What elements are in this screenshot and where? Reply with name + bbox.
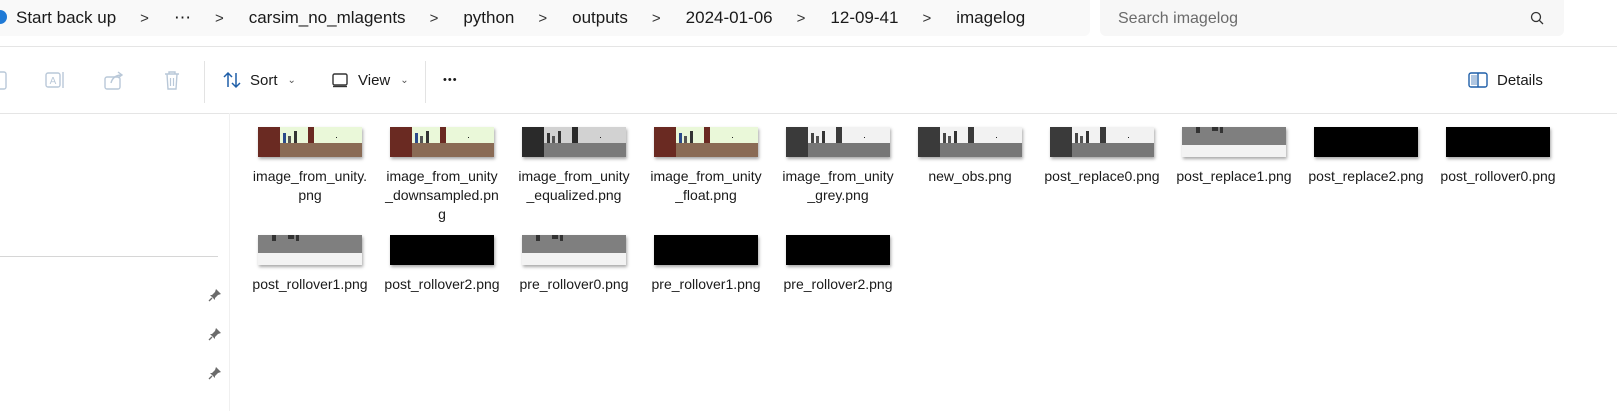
file-name: post_replace1.png: [1176, 168, 1292, 184]
navigation-pane: [0, 113, 230, 411]
file-thumbnail: [654, 235, 758, 265]
file-thumbnail: [258, 127, 362, 157]
view-button[interactable]: View ⌄: [330, 67, 409, 93]
chevron-right-icon[interactable]: >: [406, 10, 464, 27]
file-item[interactable]: image_from_unity_float.png: [644, 119, 768, 205]
file-item[interactable]: post_replace0.png: [1040, 119, 1164, 186]
file-name: image_from_unity_equalized.png: [518, 168, 630, 203]
file-thumbnail: [1446, 127, 1550, 157]
command-bar: A Sort ⌄ View ⌄ ••• Details: [0, 46, 1617, 114]
file-thumbnail: [918, 127, 1022, 157]
chevron-down-icon: ⌄: [287, 74, 296, 86]
file-name: image_from_unity_float.png: [650, 168, 762, 203]
details-pane-icon: [1468, 72, 1488, 88]
breadcrumb-item-outputs[interactable]: outputs: [572, 8, 628, 28]
more-options-button[interactable]: •••: [443, 67, 458, 93]
file-item[interactable]: image_from_unity_downsampled.png: [380, 119, 504, 224]
file-item[interactable]: pre_rollover1.png: [644, 227, 768, 294]
breadcrumb-item-start-back-up[interactable]: Start back up: [16, 8, 116, 28]
search-icon[interactable]: [1530, 11, 1544, 25]
breadcrumb-item-imagelog[interactable]: imagelog: [956, 8, 1025, 28]
breadcrumb-item-python[interactable]: python: [463, 8, 514, 28]
share-icon[interactable]: [103, 69, 125, 91]
file-thumbnail: [258, 235, 362, 265]
file-item[interactable]: post_rollover0.png: [1436, 119, 1560, 186]
file-thumbnail: [654, 127, 758, 157]
view-label: View: [358, 71, 391, 89]
chevron-right-icon[interactable]: >: [628, 10, 686, 27]
file-item[interactable]: image_from_unity_equalized.png: [512, 119, 636, 205]
file-item[interactable]: post_replace1.png: [1172, 119, 1296, 186]
file-name: image_from_unity.png: [252, 168, 368, 203]
svg-text:A: A: [50, 76, 57, 87]
nav-divider: [0, 256, 218, 257]
file-thumbnail: [522, 127, 626, 157]
file-item[interactable]: pre_rollover2.png: [776, 227, 900, 294]
pin-icon[interactable]: [208, 327, 222, 341]
file-name: pre_rollover0.png: [519, 276, 629, 292]
chevron-right-icon[interactable]: >: [898, 10, 956, 27]
file-thumbnail: [1050, 127, 1154, 157]
chevron-right-icon[interactable]: >: [116, 10, 174, 27]
chevron-right-icon[interactable]: >: [191, 10, 249, 27]
file-thumbnail: [786, 127, 890, 157]
toolbar-divider: [425, 61, 426, 103]
breadcrumb: Start back up > ⋯ > carsim_no_mlagents >…: [0, 0, 1025, 36]
file-name: post_rollover1.png: [252, 276, 368, 292]
view-icon: [332, 73, 348, 88]
file-name: post_replace2.png: [1308, 168, 1424, 184]
chevron-down-icon: ⌄: [400, 74, 409, 86]
breadcrumb-item-carsim[interactable]: carsim_no_mlagents: [249, 8, 406, 28]
sort-button[interactable]: Sort ⌄: [222, 67, 296, 93]
file-item[interactable]: post_replace2.png: [1304, 119, 1428, 186]
file-name: image_from_unity_grey.png: [782, 168, 894, 203]
file-item[interactable]: new_obs.png: [908, 119, 1032, 186]
file-name: pre_rollover1.png: [651, 276, 761, 292]
paste-icon[interactable]: [0, 69, 10, 91]
toolbar-divider: [204, 61, 205, 103]
details-label: Details: [1497, 71, 1543, 89]
file-item[interactable]: pre_rollover0.png: [512, 227, 636, 294]
file-thumbnail: [522, 235, 626, 265]
breadcrumb-item-date[interactable]: 2024-01-06: [686, 8, 773, 28]
chevron-right-icon[interactable]: >: [773, 10, 831, 27]
file-name: pre_rollover2.png: [783, 276, 893, 292]
sort-label: Sort: [250, 71, 278, 89]
sort-icon: [223, 71, 241, 89]
details-button[interactable]: Details: [1467, 67, 1543, 93]
file-thumbnail: [1314, 127, 1418, 157]
file-item[interactable]: post_rollover1.png: [248, 227, 372, 294]
chevron-right-icon[interactable]: >: [514, 10, 572, 27]
file-name: post_rollover0.png: [1440, 168, 1556, 184]
search-input[interactable]: [1116, 7, 1520, 31]
delete-icon[interactable]: [161, 69, 183, 91]
file-thumbnail: [786, 235, 890, 265]
file-item[interactable]: image_from_unity.png: [248, 119, 372, 205]
breadcrumb-item-time[interactable]: 12-09-41: [830, 8, 898, 28]
search-box[interactable]: [1100, 0, 1564, 36]
pin-icon[interactable]: [208, 366, 222, 380]
file-name: new_obs.png: [928, 168, 1012, 184]
breadcrumb-overflow[interactable]: ⋯: [174, 8, 191, 28]
file-name: post_replace0.png: [1044, 168, 1160, 184]
file-thumbnail: [390, 127, 494, 157]
file-item[interactable]: post_rollover2.png: [380, 227, 504, 294]
file-item[interactable]: image_from_unity_grey.png: [776, 119, 900, 205]
address-bar[interactable]: Start back up > ⋯ > carsim_no_mlagents >…: [0, 0, 1090, 36]
pane-separator: [229, 113, 230, 411]
file-name: post_rollover2.png: [384, 276, 500, 292]
file-name: image_from_unity_downsampled.png: [385, 168, 499, 222]
pin-icon[interactable]: [208, 288, 222, 302]
file-thumbnail: [390, 235, 494, 265]
file-thumbnail: [1182, 127, 1286, 157]
rename-icon[interactable]: A: [44, 69, 66, 91]
